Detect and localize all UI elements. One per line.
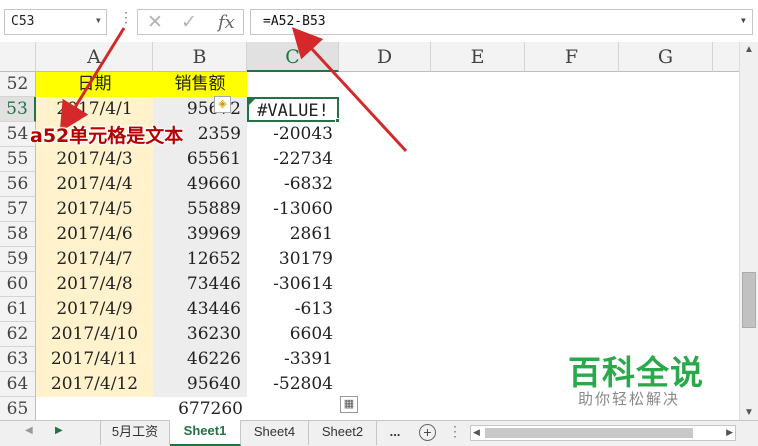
add-sheet-icon[interactable]: + [419,424,436,441]
tab-sheet1[interactable]: Sheet1 [170,420,241,446]
sheet-tab-bar: ◀ ▶ 5月工资 Sheet1 Sheet4 Sheet2 ... + ⋮ ◀ … [0,420,758,446]
watermark-subtitle: 助你轻松解决 [578,390,681,408]
arrow-to-formula [291,27,408,153]
scroll-left-icon[interactable]: ◀ [473,427,480,438]
horizontal-scrollbar[interactable]: ◀ ▶ [470,425,736,441]
watermark-title: 百科全说 [568,353,704,392]
tab-scroll-right-icon[interactable]: ▶ [55,425,63,436]
tab-5yue-gongzi[interactable]: 5月工资 [100,421,170,445]
horizontal-scroll-thumb[interactable] [485,428,693,438]
scroll-right-icon[interactable]: ▶ [726,427,733,438]
tab-sheet4[interactable]: Sheet4 [241,421,309,445]
more-tabs-button[interactable]: ... [377,421,413,445]
annotation-text: a52单元格是文本 [30,125,184,147]
tab-sheet2[interactable]: Sheet2 [309,421,377,445]
tab-splitter-icon[interactable]: ⋮ [448,423,462,440]
arrow-to-a52 [59,27,126,133]
tab-scroll-left-icon[interactable]: ◀ [25,425,33,436]
